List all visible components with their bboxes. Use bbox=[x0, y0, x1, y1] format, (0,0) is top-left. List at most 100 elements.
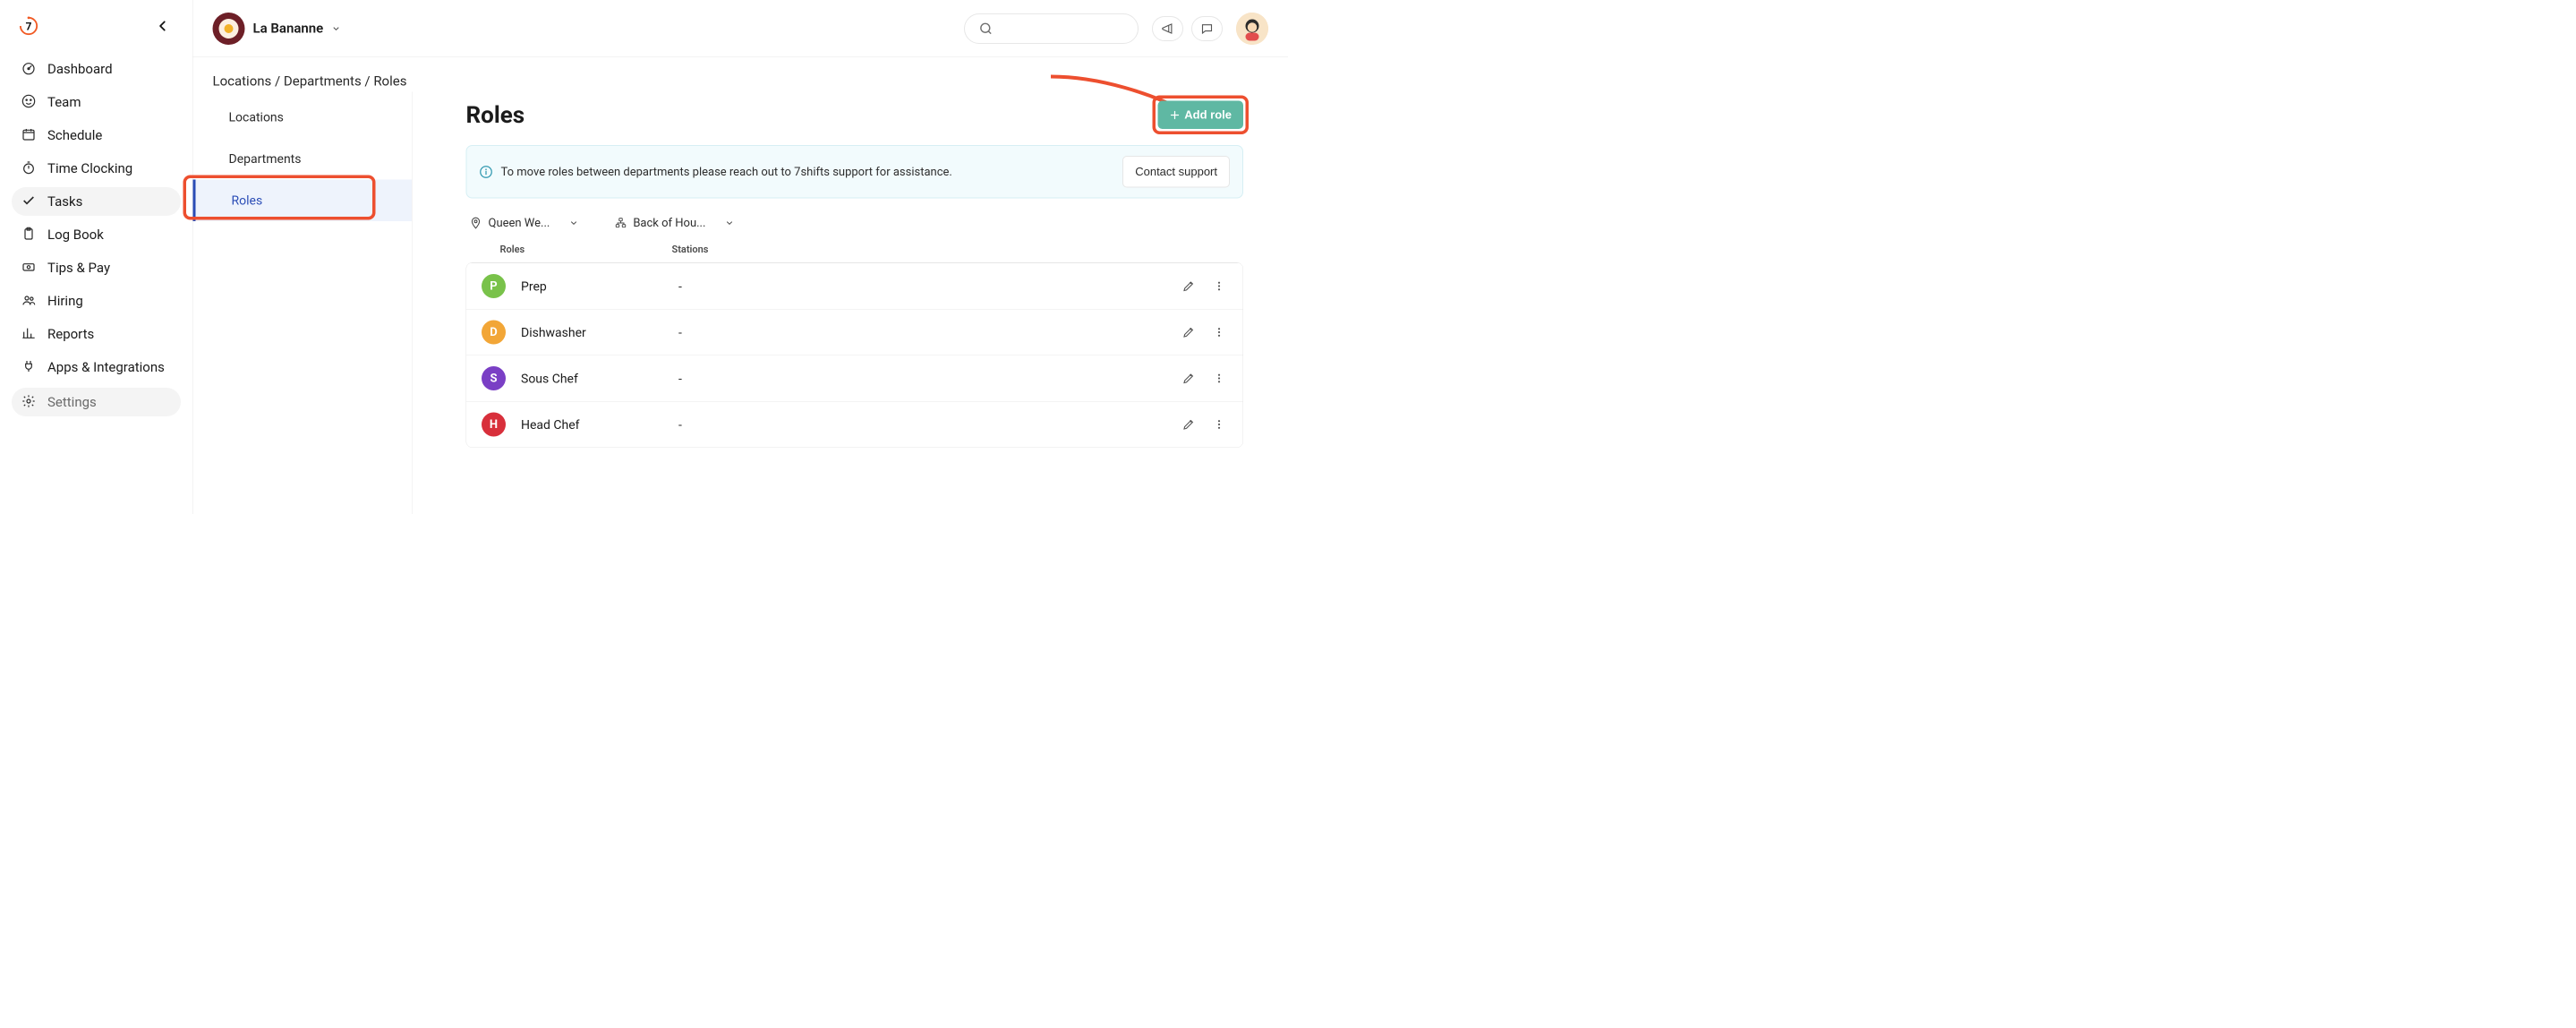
add-role-button[interactable]: Add role bbox=[1157, 101, 1243, 130]
department-filter-label: Back of Hou... bbox=[633, 217, 705, 230]
edit-button[interactable] bbox=[1181, 324, 1198, 341]
info-banner-text: To move roles between departments please… bbox=[501, 165, 1123, 178]
plug-icon bbox=[21, 359, 38, 375]
edit-button[interactable] bbox=[1181, 416, 1198, 433]
table-row: H Head Chef- bbox=[466, 401, 1243, 448]
location-filter-label: Queen We... bbox=[489, 217, 550, 230]
sub-tab-roles[interactable]: Roles bbox=[193, 180, 413, 222]
sidebar-item-label: Tips & Pay bbox=[47, 260, 110, 276]
sub-tab-label: Locations bbox=[229, 110, 284, 125]
org-icon bbox=[614, 217, 627, 229]
table-row: S Sous Chef- bbox=[466, 356, 1243, 402]
sidebar-item-label: Settings bbox=[47, 394, 97, 410]
brand-logo[interactable]: 7 bbox=[19, 16, 38, 36]
company-name: La Bananne bbox=[253, 21, 324, 37]
row-actions bbox=[1181, 324, 1228, 341]
sidebar-item-schedule[interactable]: Schedule bbox=[12, 121, 181, 150]
sub-tab-locations[interactable]: Locations bbox=[193, 97, 413, 139]
sidebar-item-label: Tasks bbox=[47, 193, 82, 210]
stopwatch-icon bbox=[21, 160, 38, 176]
chevron-down-icon bbox=[568, 218, 578, 228]
edit-button[interactable] bbox=[1181, 370, 1198, 387]
pencil-icon bbox=[1182, 326, 1196, 339]
role-station: - bbox=[678, 371, 1181, 386]
people-icon bbox=[21, 293, 38, 309]
sub-tab-departments[interactable]: Departments bbox=[193, 138, 413, 180]
sidebar-item-label: Schedule bbox=[47, 127, 102, 143]
role-badge: H bbox=[482, 413, 506, 437]
company-switcher[interactable]: La Bananne bbox=[213, 13, 342, 45]
sidebar-item-reports[interactable]: Reports bbox=[12, 320, 181, 348]
sidebar-item-tips-pay[interactable]: Tips & Pay bbox=[12, 253, 181, 282]
row-actions bbox=[1181, 370, 1228, 387]
chat-icon bbox=[1200, 21, 1214, 35]
sidebar-collapse-button[interactable] bbox=[154, 17, 172, 35]
more-button[interactable] bbox=[1211, 370, 1228, 387]
info-banner: To move roles between departments please… bbox=[466, 145, 1244, 199]
row-actions bbox=[1181, 278, 1228, 295]
announcements-button[interactable] bbox=[1152, 16, 1183, 41]
sidebar-item-team[interactable]: Team bbox=[12, 88, 181, 116]
kebab-icon bbox=[1214, 327, 1225, 338]
sidebar-item-label: Reports bbox=[47, 326, 94, 342]
row-actions bbox=[1181, 416, 1228, 433]
sidebar: 7 Dashboard Team bbox=[0, 0, 193, 514]
role-name: Sous Chef bbox=[521, 371, 678, 386]
column-header-roles: Roles bbox=[475, 244, 672, 256]
sidebar-item-log-book[interactable]: Log Book bbox=[12, 220, 181, 249]
chevron-left-icon bbox=[157, 20, 169, 32]
sub-tab-label: Departments bbox=[229, 151, 302, 167]
gear-icon bbox=[21, 394, 38, 410]
more-button[interactable] bbox=[1211, 324, 1228, 341]
search-input[interactable] bbox=[964, 13, 1139, 44]
user-avatar[interactable] bbox=[1236, 13, 1268, 45]
table-row: D Dishwasher- bbox=[466, 309, 1243, 356]
sidebar-item-apps-integrations[interactable]: Apps & Integrations bbox=[12, 353, 181, 381]
pencil-icon bbox=[1182, 418, 1196, 432]
sidebar-item-label: Log Book bbox=[47, 227, 104, 243]
kebab-icon bbox=[1214, 373, 1225, 384]
calendar-icon bbox=[21, 127, 38, 143]
clipboard-icon bbox=[21, 227, 38, 243]
pencil-icon bbox=[1182, 279, 1196, 293]
plus-icon bbox=[1169, 109, 1180, 120]
sidebar-item-time-clocking[interactable]: Time Clocking bbox=[12, 154, 181, 183]
settings-sub-sidebar: Locations Departments Roles bbox=[193, 92, 413, 515]
contact-support-button[interactable]: Contact support bbox=[1122, 156, 1230, 188]
table-row: P Prep- bbox=[466, 263, 1243, 310]
more-button[interactable] bbox=[1211, 278, 1228, 295]
roles-table-header: Roles Stations bbox=[466, 240, 1244, 263]
breadcrumb: Locations / Departments / Roles bbox=[193, 57, 1289, 92]
svg-text:7: 7 bbox=[26, 21, 32, 33]
page: Roles Add role To move roles between dep… bbox=[413, 92, 1289, 515]
add-role-label: Add role bbox=[1184, 108, 1232, 123]
edit-button[interactable] bbox=[1181, 278, 1198, 295]
role-badge: P bbox=[482, 274, 506, 298]
chevron-down-icon bbox=[724, 218, 734, 228]
location-filter[interactable]: Queen We... bbox=[470, 217, 579, 230]
role-name: Head Chef bbox=[521, 417, 678, 433]
role-badge: S bbox=[482, 366, 506, 390]
chevron-down-icon bbox=[331, 23, 341, 33]
roles-table: PPrep-DDishwasher-SSous Chef-HHead Chef- bbox=[466, 262, 1244, 448]
smile-icon bbox=[21, 94, 38, 110]
sidebar-item-hiring[interactable]: Hiring bbox=[12, 287, 181, 315]
megaphone-icon bbox=[1161, 21, 1174, 35]
sidebar-item-tasks[interactable]: Tasks bbox=[12, 187, 181, 216]
chat-button[interactable] bbox=[1191, 16, 1223, 41]
role-name: Prep bbox=[521, 278, 678, 294]
sidebar-item-label: Apps & Integrations bbox=[47, 359, 165, 375]
kebab-icon bbox=[1214, 280, 1225, 292]
department-filter[interactable]: Back of Hou... bbox=[614, 217, 734, 230]
role-station: - bbox=[678, 325, 1181, 340]
sidebar-item-settings[interactable]: Settings bbox=[12, 388, 181, 416]
role-station: - bbox=[678, 278, 1181, 294]
sidebar-item-label: Hiring bbox=[47, 293, 83, 309]
sidebar-item-dashboard[interactable]: Dashboard bbox=[12, 55, 181, 83]
pencil-icon bbox=[1182, 372, 1196, 385]
role-name: Dishwasher bbox=[521, 325, 678, 340]
role-badge: D bbox=[482, 321, 506, 345]
more-button[interactable] bbox=[1211, 416, 1228, 433]
role-station: - bbox=[678, 417, 1181, 433]
sub-tab-label: Roles bbox=[232, 193, 263, 209]
